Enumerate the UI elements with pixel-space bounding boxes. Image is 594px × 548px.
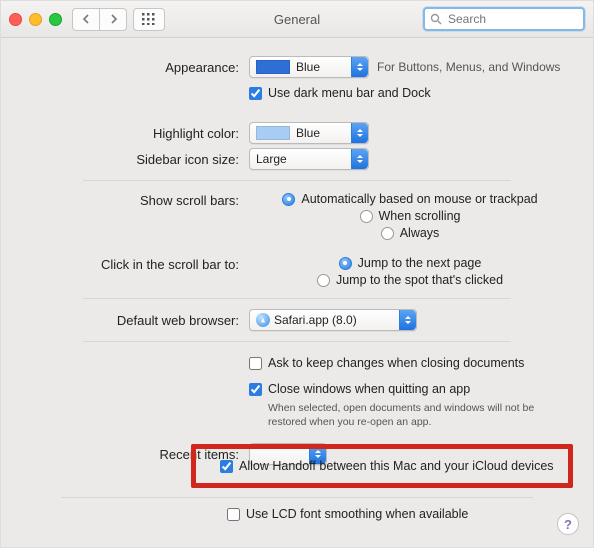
scrollbars-group: Automatically based on mouse or trackpad… [249, 191, 571, 241]
minimize-window-button[interactable] [29, 13, 42, 26]
divider [83, 180, 511, 181]
close-windows-checkbox[interactable]: Close windows when quitting an app [249, 382, 470, 396]
close-windows-hint: restored when you re-open an app. [268, 416, 571, 430]
browser-value: Safari.app (8.0) [274, 313, 357, 327]
dropdown-arrows-icon [351, 149, 368, 169]
scrollbars-option-always[interactable]: Always [381, 226, 440, 240]
dark-menubar-label: Use dark menu bar and Dock [268, 86, 431, 100]
divider [83, 341, 511, 342]
handoff-label: Allow Handoff between this Mac and your … [239, 459, 554, 473]
sidebar-label: Sidebar icon size: [23, 152, 249, 167]
divider [83, 298, 511, 299]
radio-off-icon [317, 274, 330, 287]
dark-menubar-checkbox[interactable]: Use dark menu bar and Dock [249, 86, 431, 100]
clickbar-group: Jump to the next page Jump to the spot t… [249, 255, 571, 288]
close-window-button[interactable] [9, 13, 22, 26]
scrollbars-label: Show scroll bars: [23, 191, 249, 208]
appearance-swatch [256, 60, 290, 74]
browser-select[interactable]: Safari.app (8.0) [249, 309, 417, 331]
highlight-swatch [256, 126, 290, 140]
ask-changes-label: Ask to keep changes when closing documen… [268, 356, 524, 370]
dropdown-arrows-icon [351, 123, 368, 143]
sidebar-size-value: Large [256, 152, 287, 166]
back-button[interactable] [72, 8, 100, 31]
radio-on-icon [339, 257, 352, 270]
dropdown-arrows-icon [351, 57, 368, 77]
safari-icon [256, 313, 270, 327]
highlight-label: Highlight color: [23, 126, 249, 141]
divider [61, 497, 533, 498]
search-input[interactable] [446, 11, 578, 27]
radio-off-icon [381, 227, 394, 240]
handoff-highlight: Allow Handoff between this Mac and your … [191, 444, 573, 488]
dark-menubar-input[interactable] [249, 87, 262, 100]
appearance-select[interactable]: Blue [249, 56, 369, 78]
close-windows-label: Close windows when quitting an app [268, 382, 470, 396]
clickbar-label: Click in the scroll bar to: [23, 255, 249, 272]
help-button[interactable]: ? [557, 513, 579, 535]
ask-changes-input[interactable] [249, 357, 262, 370]
highlight-select[interactable]: Blue [249, 122, 369, 144]
ask-changes-checkbox[interactable]: Ask to keep changes when closing documen… [249, 356, 524, 370]
appearance-hint: For Buttons, Menus, and Windows [377, 60, 560, 74]
radio-off-icon [360, 210, 373, 223]
lcd-smoothing-checkbox[interactable]: Use LCD font smoothing when available [227, 507, 468, 521]
close-windows-hint: When selected, open documents and window… [268, 402, 571, 416]
scrollbars-option-scrolling[interactable]: When scrolling [360, 209, 461, 223]
appearance-value: Blue [296, 60, 320, 74]
dropdown-arrows-icon [399, 310, 416, 330]
window-controls [9, 13, 62, 26]
sidebar-size-select[interactable]: Large [249, 148, 369, 170]
zoom-window-button[interactable] [49, 13, 62, 26]
highlight-value: Blue [296, 126, 320, 140]
forward-button[interactable] [100, 8, 127, 31]
scrollbars-option-auto[interactable]: Automatically based on mouse or trackpad [282, 192, 537, 206]
clickbar-option-spot[interactable]: Jump to the spot that's clicked [317, 273, 503, 287]
radio-on-icon [282, 193, 295, 206]
browser-label: Default web browser: [23, 313, 249, 328]
lcd-smoothing-input[interactable] [227, 508, 240, 521]
nav-buttons [72, 8, 127, 31]
appearance-label: Appearance: [23, 60, 249, 75]
show-all-button[interactable] [133, 8, 165, 31]
lcd-smoothing-label: Use LCD font smoothing when available [246, 507, 468, 521]
handoff-checkbox[interactable]: Allow Handoff between this Mac and your … [220, 459, 554, 473]
search-field[interactable] [423, 7, 585, 31]
handoff-input[interactable] [220, 460, 233, 473]
clickbar-option-nextpage[interactable]: Jump to the next page [339, 256, 482, 270]
close-windows-input[interactable] [249, 383, 262, 396]
search-icon [430, 13, 442, 25]
